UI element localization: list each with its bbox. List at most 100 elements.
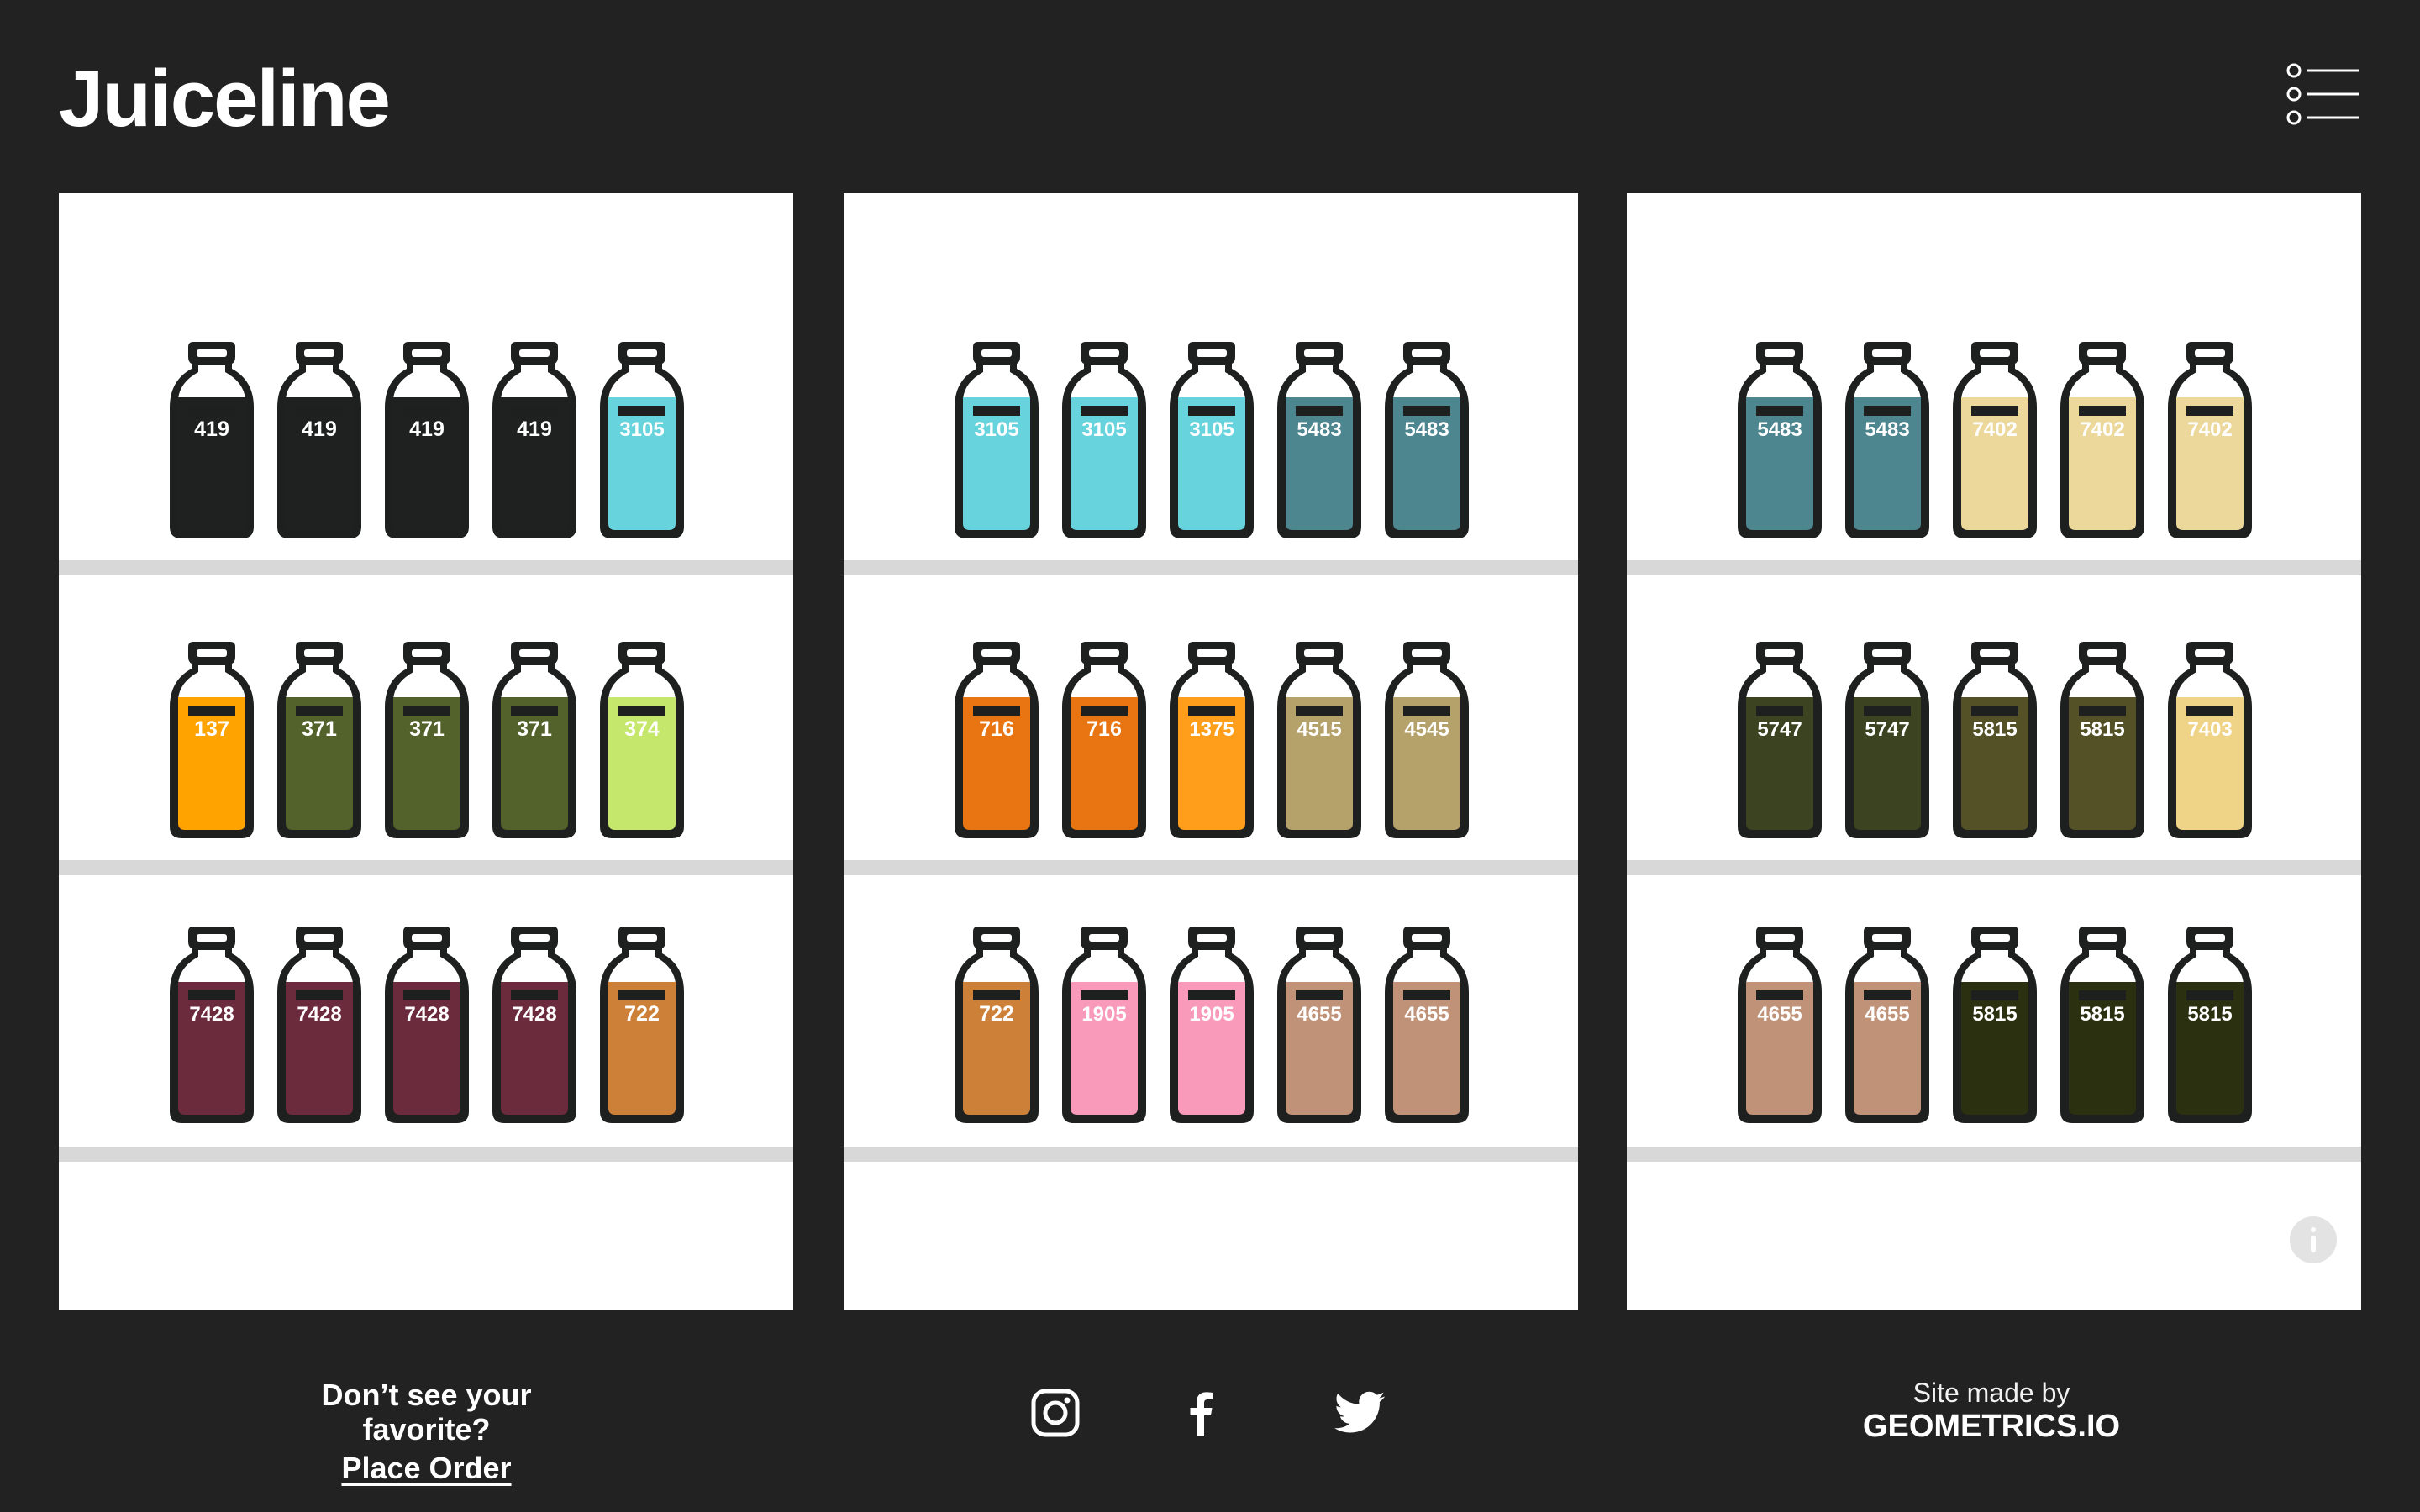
bottle-juice (1286, 697, 1353, 830)
juice-bottle-4655[interactable]: 4655 (1385, 927, 1469, 1123)
bottle-code: 374 (624, 717, 660, 741)
juice-bottle-5747[interactable]: 5747 (1845, 642, 1929, 838)
bottle-label-bar (511, 406, 558, 416)
juice-bottle-5483[interactable]: 5483 (1845, 342, 1929, 538)
juice-bottle-1905[interactable]: 1905 (1062, 927, 1146, 1123)
juice-bottle-419[interactable]: 419 (492, 342, 576, 538)
site-logo[interactable]: Juiceline (59, 59, 391, 139)
bottle-cap (1765, 349, 1795, 357)
juice-bottle-371[interactable]: 371 (277, 642, 361, 838)
juice-bottle-137[interactable]: 137 (170, 642, 254, 838)
place-order-link[interactable]: Place Order (341, 1451, 511, 1485)
juice-bottle-419[interactable]: 419 (170, 342, 254, 538)
bottle-label-bar (1296, 990, 1343, 1000)
bottle-label-bar (1296, 706, 1343, 716)
juice-bottle-716[interactable]: 716 (955, 642, 1039, 838)
bottle-cap (1197, 349, 1227, 357)
juice-bottle-4655[interactable]: 4655 (1738, 927, 1822, 1123)
shelf-board (844, 1147, 1578, 1162)
bottle-neck (501, 665, 568, 699)
juice-bottle-7402[interactable]: 7402 (1953, 342, 2037, 538)
bottle-juice (1286, 397, 1353, 530)
juice-bottle-7428[interactable]: 7428 (385, 927, 469, 1123)
shelf-graphic-3: 5483 5483 7402 7402 7402 5747 5747 5815 5815 7403… (1627, 342, 2361, 1162)
juice-bottle-374[interactable]: 374 (600, 642, 684, 838)
bottle-neck (286, 950, 353, 984)
juice-bottle-7402[interactable]: 7402 (2060, 342, 2144, 538)
juice-bottle-371[interactable]: 371 (492, 642, 576, 838)
bottle-label-bar (296, 406, 343, 416)
juice-bottle-5747[interactable]: 5747 (1738, 642, 1822, 838)
juice-bottle-3105[interactable]: 3105 (600, 342, 684, 538)
bottle-cap (1304, 649, 1334, 657)
bottle-label-bar (1864, 406, 1911, 416)
studio-link[interactable]: GEOMETRICS.IO (1849, 1409, 2134, 1446)
juice-bottle-3105[interactable]: 3105 (955, 342, 1039, 538)
bottle-cap (304, 649, 334, 657)
bottle-cap (304, 934, 334, 942)
bottle-label-bar (618, 990, 666, 1000)
juice-bottle-5815[interactable]: 5815 (2168, 927, 2252, 1123)
juice-bottle-5815[interactable]: 5815 (1953, 927, 2037, 1123)
bottle-neck (1393, 950, 1460, 984)
bottle-code: 716 (979, 717, 1014, 741)
juice-bottle-4655[interactable]: 4655 (1845, 927, 1929, 1123)
juice-bottle-5483[interactable]: 5483 (1277, 342, 1361, 538)
bottle-label-bar (1756, 706, 1803, 716)
juice-bottle-1905[interactable]: 1905 (1170, 927, 1254, 1123)
list-menu-icon[interactable] (2286, 60, 2361, 128)
juice-bottle-7428[interactable]: 7428 (492, 927, 576, 1123)
juice-bottle-5815[interactable]: 5815 (1953, 642, 2037, 838)
twitter-icon[interactable] (1333, 1386, 1386, 1440)
bottle-juice (1286, 982, 1353, 1115)
bottle-label-bar (2079, 406, 2126, 416)
bottle-juice (2176, 397, 2244, 530)
bottle-code: 3105 (619, 418, 664, 441)
bottle-code: 1905 (1189, 1003, 1234, 1026)
juice-bottle-5815[interactable]: 5815 (2060, 642, 2144, 838)
juice-bottle-371[interactable]: 371 (385, 642, 469, 838)
bottle-code: 5483 (1297, 418, 1341, 441)
bottle-label-bar (403, 990, 450, 1000)
juice-bottle-7428[interactable]: 7428 (170, 927, 254, 1123)
juice-bottle-722[interactable]: 722 (600, 927, 684, 1123)
juice-bottle-419[interactable]: 419 (277, 342, 361, 538)
bottle-label-bar (1971, 406, 2018, 416)
bottle-cap (1197, 934, 1227, 942)
shelf-board (1627, 860, 2361, 875)
juice-bottle-716[interactable]: 716 (1062, 642, 1146, 838)
bottle-neck (963, 665, 1030, 699)
bottle-neck (178, 365, 245, 399)
juice-bottle-4655[interactable]: 4655 (1277, 927, 1361, 1123)
bottle-cap (1412, 349, 1442, 357)
juice-bottle-7402[interactable]: 7402 (2168, 342, 2252, 538)
bottle-juice (1854, 982, 1921, 1115)
juice-bottle-4515[interactable]: 4515 (1277, 642, 1361, 838)
juice-bottle-1375[interactable]: 1375 (1170, 642, 1254, 838)
bottle-neck (1961, 365, 2028, 399)
juice-bottle-4545[interactable]: 4545 (1385, 642, 1469, 838)
juice-bottle-5815[interactable]: 5815 (2060, 927, 2144, 1123)
juice-bottle-5483[interactable]: 5483 (1385, 342, 1469, 538)
juice-bottle-5483[interactable]: 5483 (1738, 342, 1822, 538)
juice-bottle-419[interactable]: 419 (385, 342, 469, 538)
bottle-code: 7428 (297, 1003, 341, 1026)
bottle-cap (2195, 934, 2225, 942)
bottle-label-bar (1081, 990, 1128, 1000)
bottle-neck (2069, 950, 2136, 984)
juice-bottle-7403[interactable]: 7403 (2168, 642, 2252, 838)
juice-bottle-3105[interactable]: 3105 (1170, 342, 1254, 538)
juice-bottle-7428[interactable]: 7428 (277, 927, 361, 1123)
shelf-graphic-2: 3105 3105 3105 5483 5483 716 716 1375 4515 4545 72… (844, 342, 1578, 1162)
info-icon[interactable] (2290, 1216, 2337, 1263)
bottle-neck (2176, 950, 2244, 984)
instagram-icon[interactable] (1028, 1386, 1082, 1440)
facebook-icon[interactable] (1175, 1386, 1228, 1440)
bottle-code: 5747 (1757, 718, 1802, 741)
bottle-label-bar (1864, 990, 1911, 1000)
bottle-code: 7428 (189, 1003, 234, 1026)
juice-bottle-3105[interactable]: 3105 (1062, 342, 1146, 538)
bottle-cap (2087, 934, 2118, 942)
bottle-code: 5483 (1404, 418, 1449, 441)
juice-bottle-722[interactable]: 722 (955, 927, 1039, 1123)
